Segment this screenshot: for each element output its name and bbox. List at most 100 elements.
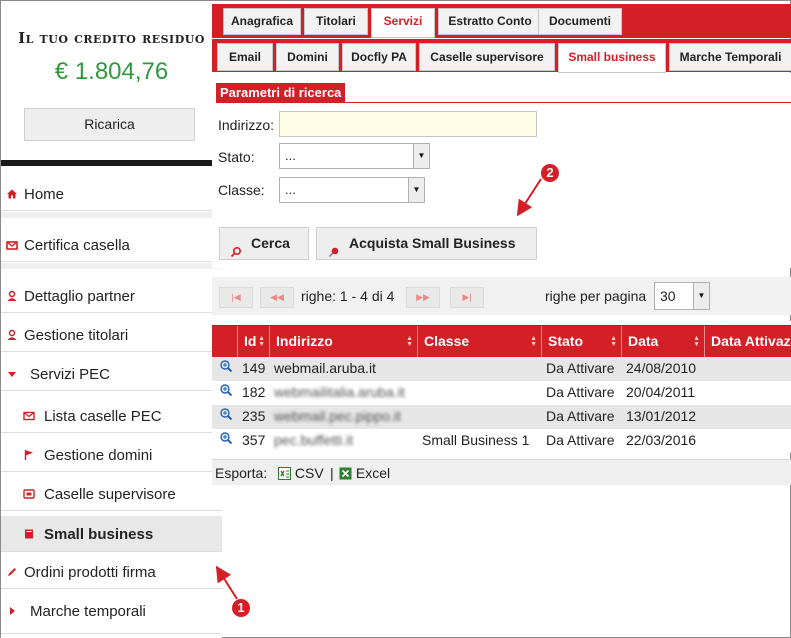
callout-badge-2: 2 [541,164,559,182]
caret-right-icon [6,604,18,616]
credit-separator [1,160,222,166]
column-header-label: Indirizzo [276,333,333,349]
sort-icon: ▲ ▼ [693,335,700,348]
inbox-icon [23,487,35,499]
cell-address: webmailitalia.aruba.it [274,384,405,400]
tab-anagrafica[interactable]: Anagrafica [223,8,301,35]
credit-panel: Il tuo credito residuo € 1.804,76 Ricari… [2,2,221,159]
export-bar: Esporta: CSV | Excel [212,459,791,485]
sidebar-item-label: Caselle supervisore [44,486,176,503]
cell-date: 24/08/2010 [626,360,697,376]
table-row[interactable]: 357 pec.buffetti.it Small Business 1 Da … [212,429,791,453]
sort-icon: ▲ ▼ [530,335,537,348]
sidebar-item-label: Dettaglio partner [24,288,135,305]
sidebar-item-label: Lista caselle PEC [44,408,162,425]
rows-per-page-label: righe per pagina [545,288,647,304]
cell-id: 235 [242,408,266,424]
cell-address: pec.buffetti.it [274,432,354,448]
tab-estratto-conto[interactable]: Estratto Conto [438,8,542,35]
cell-date: 20/04/2011 [626,384,696,400]
column-header-id[interactable]: Id ▲ ▼ [237,326,269,358]
cell-id: 182 [242,384,266,400]
recharge-button[interactable]: Ricarica [24,108,195,141]
address-input[interactable] [279,111,537,137]
sidebar-item-label: Marche temporali [30,603,146,620]
column-header-data-attivazione[interactable]: Data Attivaz [704,326,791,358]
tab-caselle-supervisore[interactable]: Caselle supervisore [419,43,555,71]
tab-marche-temporali[interactable]: Marche Temporali [669,43,791,71]
export-excel-link[interactable]: Excel [339,465,390,481]
export-csv-link[interactable]: CSV [278,465,324,481]
search-panel-title: Parametri di ricerca [216,83,346,103]
tab-small-business[interactable]: Small business [558,43,666,73]
address-label: Indirizzo: [218,117,275,133]
export-excel-label: Excel [355,465,391,481]
sidebar-item-lista-caselle-pec[interactable]: Lista caselle PEC [1,399,222,433]
table-row[interactable]: 235 webmail.pec.pippo.it Da Attivare 13/… [212,405,791,429]
cell-status: Da Attivare [546,432,615,448]
sidebar-item-certifica-casella[interactable]: Certifica casella [1,228,222,262]
column-header-stato[interactable]: Stato ▲ ▼ [541,326,621,358]
column-header-data[interactable]: Data ▲ ▼ [621,326,704,358]
sidebar-item-gestione-domini[interactable]: Gestione domini [1,438,222,472]
search-button-label: Cerca [251,235,290,251]
chevron-down-icon: ▼ [413,144,429,168]
envelope-icon [6,238,18,250]
sidebar-item-label: Gestione titolari [24,327,129,344]
sort-icon: ▲ ▼ [610,335,617,348]
export-csv-label: CSV [294,465,324,481]
tab-documenti[interactable]: Documenti [538,8,622,35]
first-page-button[interactable]: |◀ [219,287,253,308]
class-select[interactable]: ... ▼ [279,177,425,203]
rows-per-page-select[interactable]: 30 ▼ [654,282,710,310]
sort-icon: ▲ ▼ [258,335,265,348]
tab-docfly-pa[interactable]: Docfly PA [342,43,416,71]
sidebar-item-marche-temporali[interactable]: Marche temporali [1,594,222,634]
status-select[interactable]: ... ▼ [279,143,430,169]
cell-status: Da Attivare [546,384,615,400]
export-label: Esporta: [215,465,268,481]
zoom-icon[interactable] [219,383,233,397]
zoom-icon[interactable] [219,407,233,421]
table-row[interactable]: 182 webmailitalia.aruba.it Da Attivare 2… [212,381,791,405]
buy-small-business-button[interactable]: Acquista Small Business [316,227,537,260]
last-page-button[interactable]: ▶| [450,287,484,308]
tab-domini[interactable]: Domini [276,43,339,71]
search-icon [230,238,242,258]
cell-id: 357 [242,432,266,448]
sidebar-item-small-business[interactable]: Small business [1,516,222,552]
table-row[interactable]: 149 webmail.aruba.it Da Attivare 24/08/2… [212,357,791,381]
search-panel-divider [216,102,791,103]
sidebar-item-ordini-prodotti-firma[interactable]: Ordini prodotti firma [1,555,222,589]
column-header-label: Id [244,333,257,349]
tab-titolari[interactable]: Titolari [304,8,368,35]
chevron-down-icon: ▼ [408,178,424,202]
sidebar-item-caselle-supervisore[interactable]: Caselle supervisore [1,477,222,511]
cell-date: 13/01/2012 [626,408,697,424]
tab-email[interactable]: Email [217,43,273,71]
search-button[interactable]: Cerca [219,227,309,260]
sort-icon: ▲ ▼ [406,335,413,348]
zoom-icon[interactable] [219,431,233,445]
prev-page-button[interactable]: ◀◀ [260,287,294,308]
export-separator: | [330,465,334,481]
cell-address: webmail.pec.pippo.it [274,408,401,424]
credit-title: Il tuo credito residuo [18,29,205,47]
next-page-button[interactable]: ▶▶ [406,287,440,308]
sidebar-item-gestione-titolari[interactable]: Gestione titolari [1,318,222,352]
tab-servizi[interactable]: Servizi [371,8,435,38]
sidebar-item-label: Home [24,186,65,203]
sidebar-item-home[interactable]: Home [1,177,222,211]
sidebar-item-dettaglio-partner[interactable]: Dettaglio partner [1,279,222,313]
table-header: Id ▲ ▼ Indirizzo ▲ ▼ Classe ▲ ▼ Stato ▲ ▼ Da… [212,325,791,358]
sidebar: Il tuo credito residuo € 1.804,76 Ricari… [1,1,222,638]
sidebar-item-servizi-pec[interactable]: Servizi PEC [1,357,222,391]
zoom-icon[interactable] [219,359,233,373]
column-header-label: Data [628,333,659,349]
main-tabs: Anagrafica Titolari Servizi Estratto Con… [212,4,791,38]
column-header-classe[interactable]: Classe ▲ ▼ [417,326,541,358]
caret-down-icon [6,367,18,379]
nav-divider [1,212,222,218]
column-header-indirizzo[interactable]: Indirizzo ▲ ▼ [269,326,417,358]
mail-icon [23,409,35,421]
